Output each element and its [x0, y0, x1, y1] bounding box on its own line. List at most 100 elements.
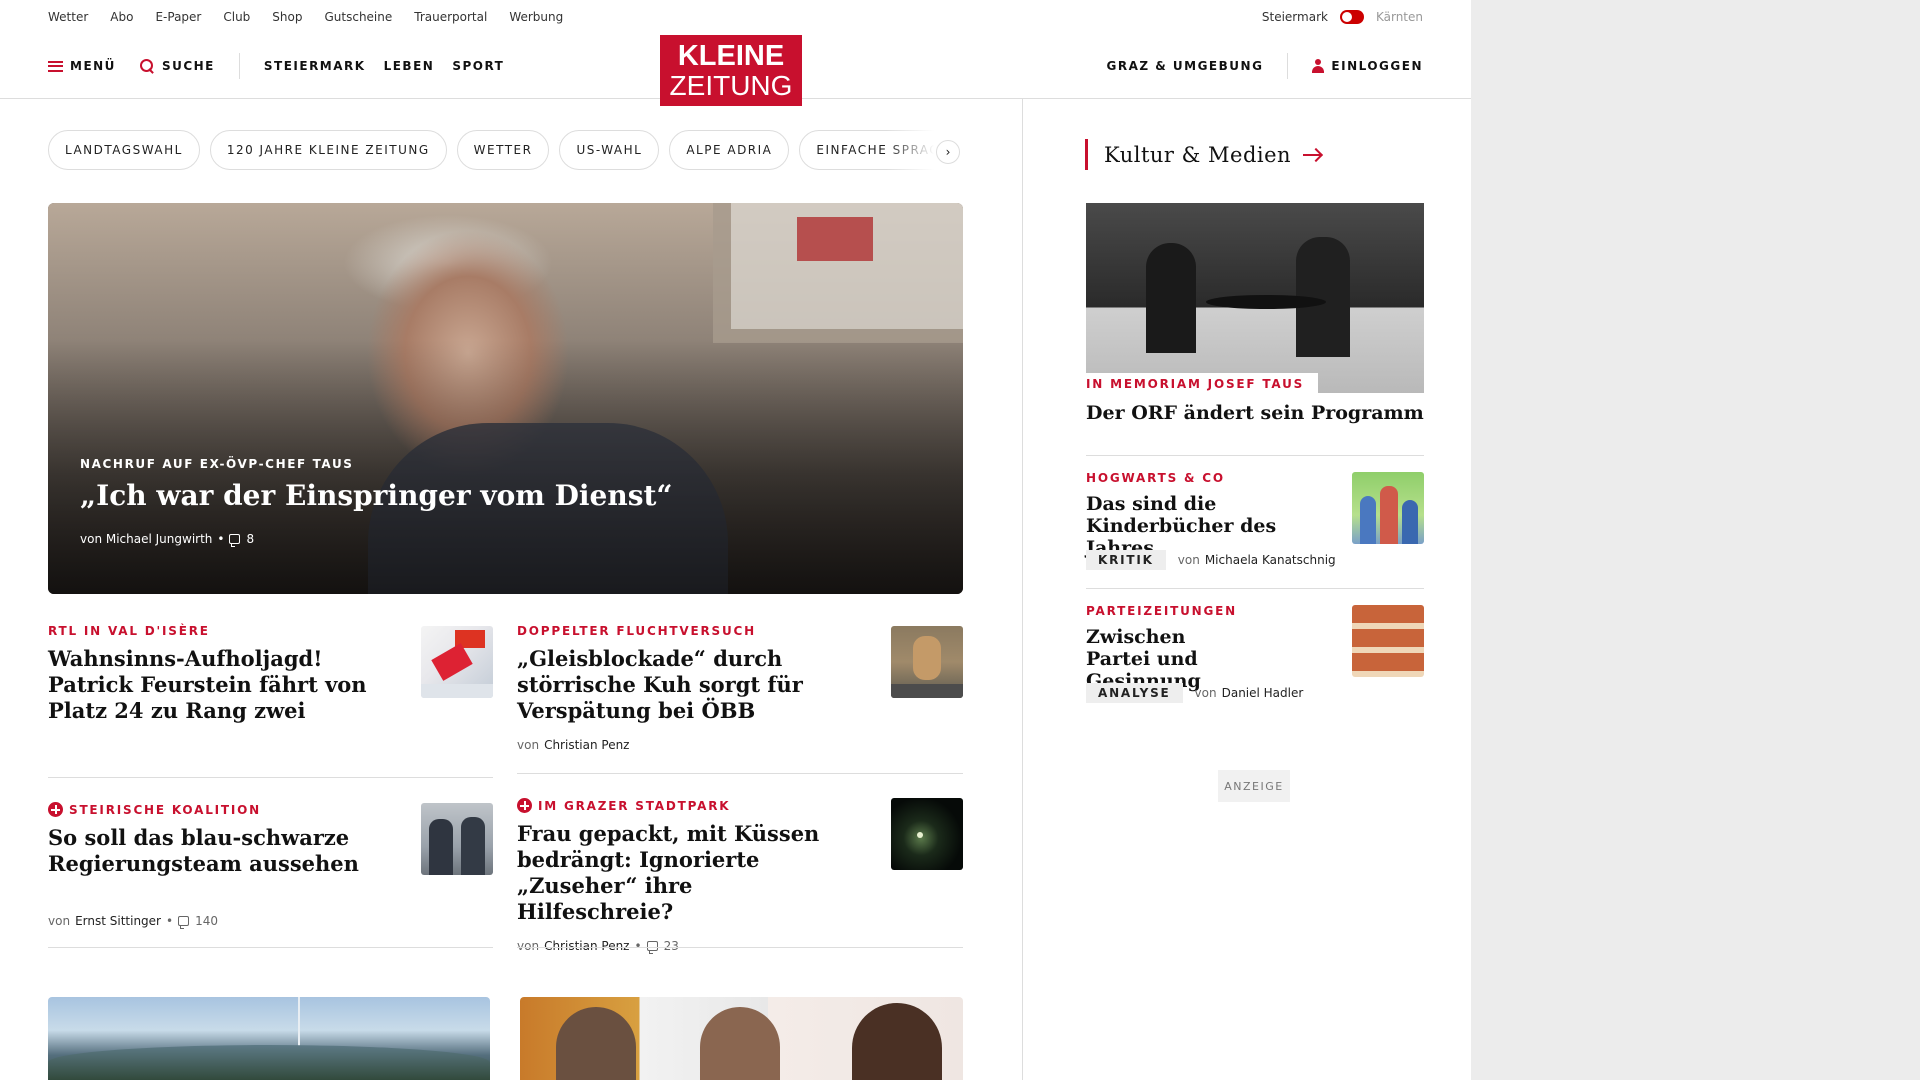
- sidebar-thumbnail[interactable]: [1352, 472, 1424, 544]
- article-teaser[interactable]: STEIRISCHE KOALITION So soll das blau-sc…: [48, 802, 378, 877]
- utility-link-gutscheine[interactable]: Gutscheine: [324, 10, 392, 24]
- nav-leben[interactable]: LEBEN: [384, 59, 435, 73]
- sidebar-kicker: HOGWARTS & CO: [1086, 471, 1225, 485]
- article-card-image[interactable]: [48, 997, 490, 1080]
- column-divider: [1022, 99, 1023, 1080]
- sidebar-main-kicker-box: IN MEMORIAM JOSEF TAUS: [1086, 373, 1319, 393]
- main-nav: MENÜ SUCHE STEIERMARK LEBEN SPORT: [48, 34, 504, 98]
- utility-link-trauerportal[interactable]: Trauerportal: [414, 10, 487, 24]
- article-card-image[interactable]: [520, 997, 963, 1080]
- menu-label: MENÜ: [70, 59, 116, 73]
- nav-steiermark[interactable]: STEIERMARK: [264, 59, 366, 73]
- sidebar-teaser[interactable]: HOGWARTS & CO Das sind die Kinderbücher …: [1086, 471, 1326, 559]
- comment-icon: [646, 941, 658, 954]
- sidebar-author[interactable]: Michaela Kanatschnig: [1205, 553, 1336, 567]
- logo-line-1: KLEINE: [677, 39, 785, 72]
- article-teaser[interactable]: DOPPELTER FLUCHTVERSUCH „Gleisblockade“ …: [517, 624, 837, 752]
- utility-link-wetter[interactable]: Wetter: [48, 10, 88, 24]
- sidebar-thumbnail[interactable]: [1352, 605, 1424, 677]
- sidebar-label-badge: ANALYSE: [1086, 683, 1183, 703]
- utility-link-werbung[interactable]: Werbung: [509, 10, 563, 24]
- article-author[interactable]: Ernst Sittinger: [75, 914, 161, 928]
- article-thumbnail[interactable]: [421, 626, 493, 698]
- section-header-kultur[interactable]: Kultur & Medien: [1085, 139, 1322, 170]
- article-comment-count[interactable]: 140: [195, 914, 218, 928]
- hero-title[interactable]: „Ich war der Einspringer vom Dienst“: [80, 479, 673, 512]
- search-label: SUCHE: [161, 59, 215, 73]
- chip-alpe-adria[interactable]: ALPE ADRIA: [669, 130, 790, 170]
- comment-icon: [178, 916, 190, 929]
- article-thumbnail[interactable]: [421, 803, 493, 875]
- article-kicker: DOPPELTER FLUCHTVERSUCH: [517, 624, 756, 638]
- article-teaser[interactable]: RTL IN VAL D'ISÈRE Wahnsinns-Aufholjagd!…: [48, 624, 378, 724]
- logo-line-2: ZEITUNG: [669, 69, 793, 101]
- main-header: MENÜ SUCHE STEIERMARK LEBEN SPORT KLEINE…: [0, 34, 1471, 106]
- sidebar-meta: KRITIK von Michaela Kanatschnig: [1086, 550, 1336, 570]
- article-title[interactable]: So soll das blau-schwarze Regierungsteam…: [48, 825, 378, 877]
- login-button[interactable]: EINLOGGEN: [1312, 59, 1423, 73]
- hero-text: NACHRUF AUF EX-ÖVP-CHEF TAUS „Ich war de…: [80, 457, 673, 547]
- topic-chips: LANDTAGSWAHL 120 JAHRE KLEINE ZEITUNG WE…: [48, 130, 964, 172]
- sidebar-kicker: PARTEIZEITUNGEN: [1086, 604, 1237, 618]
- region-switch: Steiermark Kärnten: [1262, 10, 1423, 24]
- header-actions: GRAZ & UMGEBUNG EINLOGGEN: [1107, 34, 1424, 98]
- utility-link-abo[interactable]: Abo: [110, 10, 133, 24]
- comment-icon: [229, 534, 241, 547]
- hero-author[interactable]: von Michael Jungwirth: [80, 532, 212, 546]
- article-kicker: RTL IN VAL D'ISÈRE: [48, 624, 210, 638]
- chevron-right-icon: ›: [945, 145, 951, 159]
- article-thumbnail[interactable]: [891, 626, 963, 698]
- region-steiermark[interactable]: Steiermark: [1262, 10, 1328, 24]
- sidebar-byline: von Daniel Hadler: [1194, 686, 1304, 700]
- login-label: EINLOGGEN: [1331, 59, 1423, 73]
- sidebar-label-badge: KRITIK: [1086, 550, 1166, 570]
- chip-us-wahl[interactable]: US-WAHL: [559, 130, 660, 170]
- sidebar-author[interactable]: Daniel Hadler: [1222, 686, 1304, 700]
- article-teaser[interactable]: IM GRAZER STADTPARK Frau gepackt, mit Kü…: [517, 798, 847, 954]
- nav-sport[interactable]: SPORT: [452, 59, 504, 73]
- sidebar-byline: von Michaela Kanatschnig: [1177, 553, 1336, 567]
- utility-link-epaper[interactable]: E-Paper: [155, 10, 201, 24]
- article-kicker: IM GRAZER STADTPARK: [517, 798, 847, 813]
- search-icon: [139, 58, 155, 74]
- region-toggle[interactable]: [1339, 10, 1364, 24]
- chip-120-jahre[interactable]: 120 JAHRE KLEINE ZEITUNG: [209, 130, 447, 170]
- utility-link-shop[interactable]: Shop: [272, 10, 302, 24]
- hero-article[interactable]: NACHRUF AUF EX-ÖVP-CHEF TAUS „Ich war de…: [48, 203, 963, 594]
- plus-icon: [48, 802, 63, 817]
- article-author[interactable]: Christian Penz: [544, 939, 629, 953]
- section-title: Kultur & Medien: [1104, 142, 1292, 167]
- divider: [1086, 588, 1424, 589]
- divider: [1086, 455, 1424, 456]
- divider: [517, 773, 963, 774]
- utility-link-club[interactable]: Club: [223, 10, 250, 24]
- chip-landtagswahl[interactable]: LANDTAGSWAHL: [48, 130, 200, 170]
- sidebar-main-title[interactable]: Der ORF ändert sein Programm: [1086, 400, 1424, 426]
- menu-button[interactable]: MENÜ: [48, 59, 116, 73]
- chip-wetter[interactable]: WETTER: [456, 130, 550, 170]
- utility-bar: Wetter Abo E-Paper Club Shop Gutscheine …: [48, 0, 1423, 34]
- article-title[interactable]: Frau gepackt, mit Küssen bedrängt: Ignor…: [517, 821, 847, 925]
- sidebar-teaser[interactable]: PARTEIZEITUNGEN Zwischen Partei und Gesi…: [1086, 604, 1326, 692]
- article-title[interactable]: „Gleisblockade“ durch störrische Kuh sor…: [517, 646, 837, 724]
- logo[interactable]: KLEINE ZEITUNG: [660, 35, 802, 106]
- region-kaernten[interactable]: Kärnten: [1376, 10, 1423, 24]
- article-kicker: STEIRISCHE KOALITION: [48, 802, 378, 817]
- article-author[interactable]: Christian Penz: [544, 738, 629, 752]
- article-thumbnail[interactable]: [891, 798, 963, 870]
- sidebar-main-kicker: IN MEMORIAM JOSEF TAUS: [1086, 377, 1305, 391]
- user-icon: [1312, 59, 1325, 73]
- sidebar-main-image[interactable]: [1086, 203, 1424, 393]
- page: Wetter Abo E-Paper Club Shop Gutscheine …: [0, 0, 1471, 1080]
- article-comment-count[interactable]: 23: [664, 939, 679, 953]
- nav-divider: [238, 53, 240, 79]
- article-byline: von Christian Penz • 23: [517, 939, 679, 954]
- search-button[interactable]: SUCHE: [139, 58, 215, 74]
- hero-comment-count[interactable]: 8: [246, 532, 254, 546]
- hamburger-icon: [48, 60, 63, 72]
- article-byline: von Christian Penz: [517, 738, 630, 752]
- region-link[interactable]: GRAZ & UMGEBUNG: [1107, 59, 1264, 73]
- chips-next-button[interactable]: ›: [936, 140, 960, 164]
- article-title[interactable]: Wahnsinns-Aufholjagd! Patrick Feurstein …: [48, 646, 378, 724]
- divider: [48, 947, 493, 948]
